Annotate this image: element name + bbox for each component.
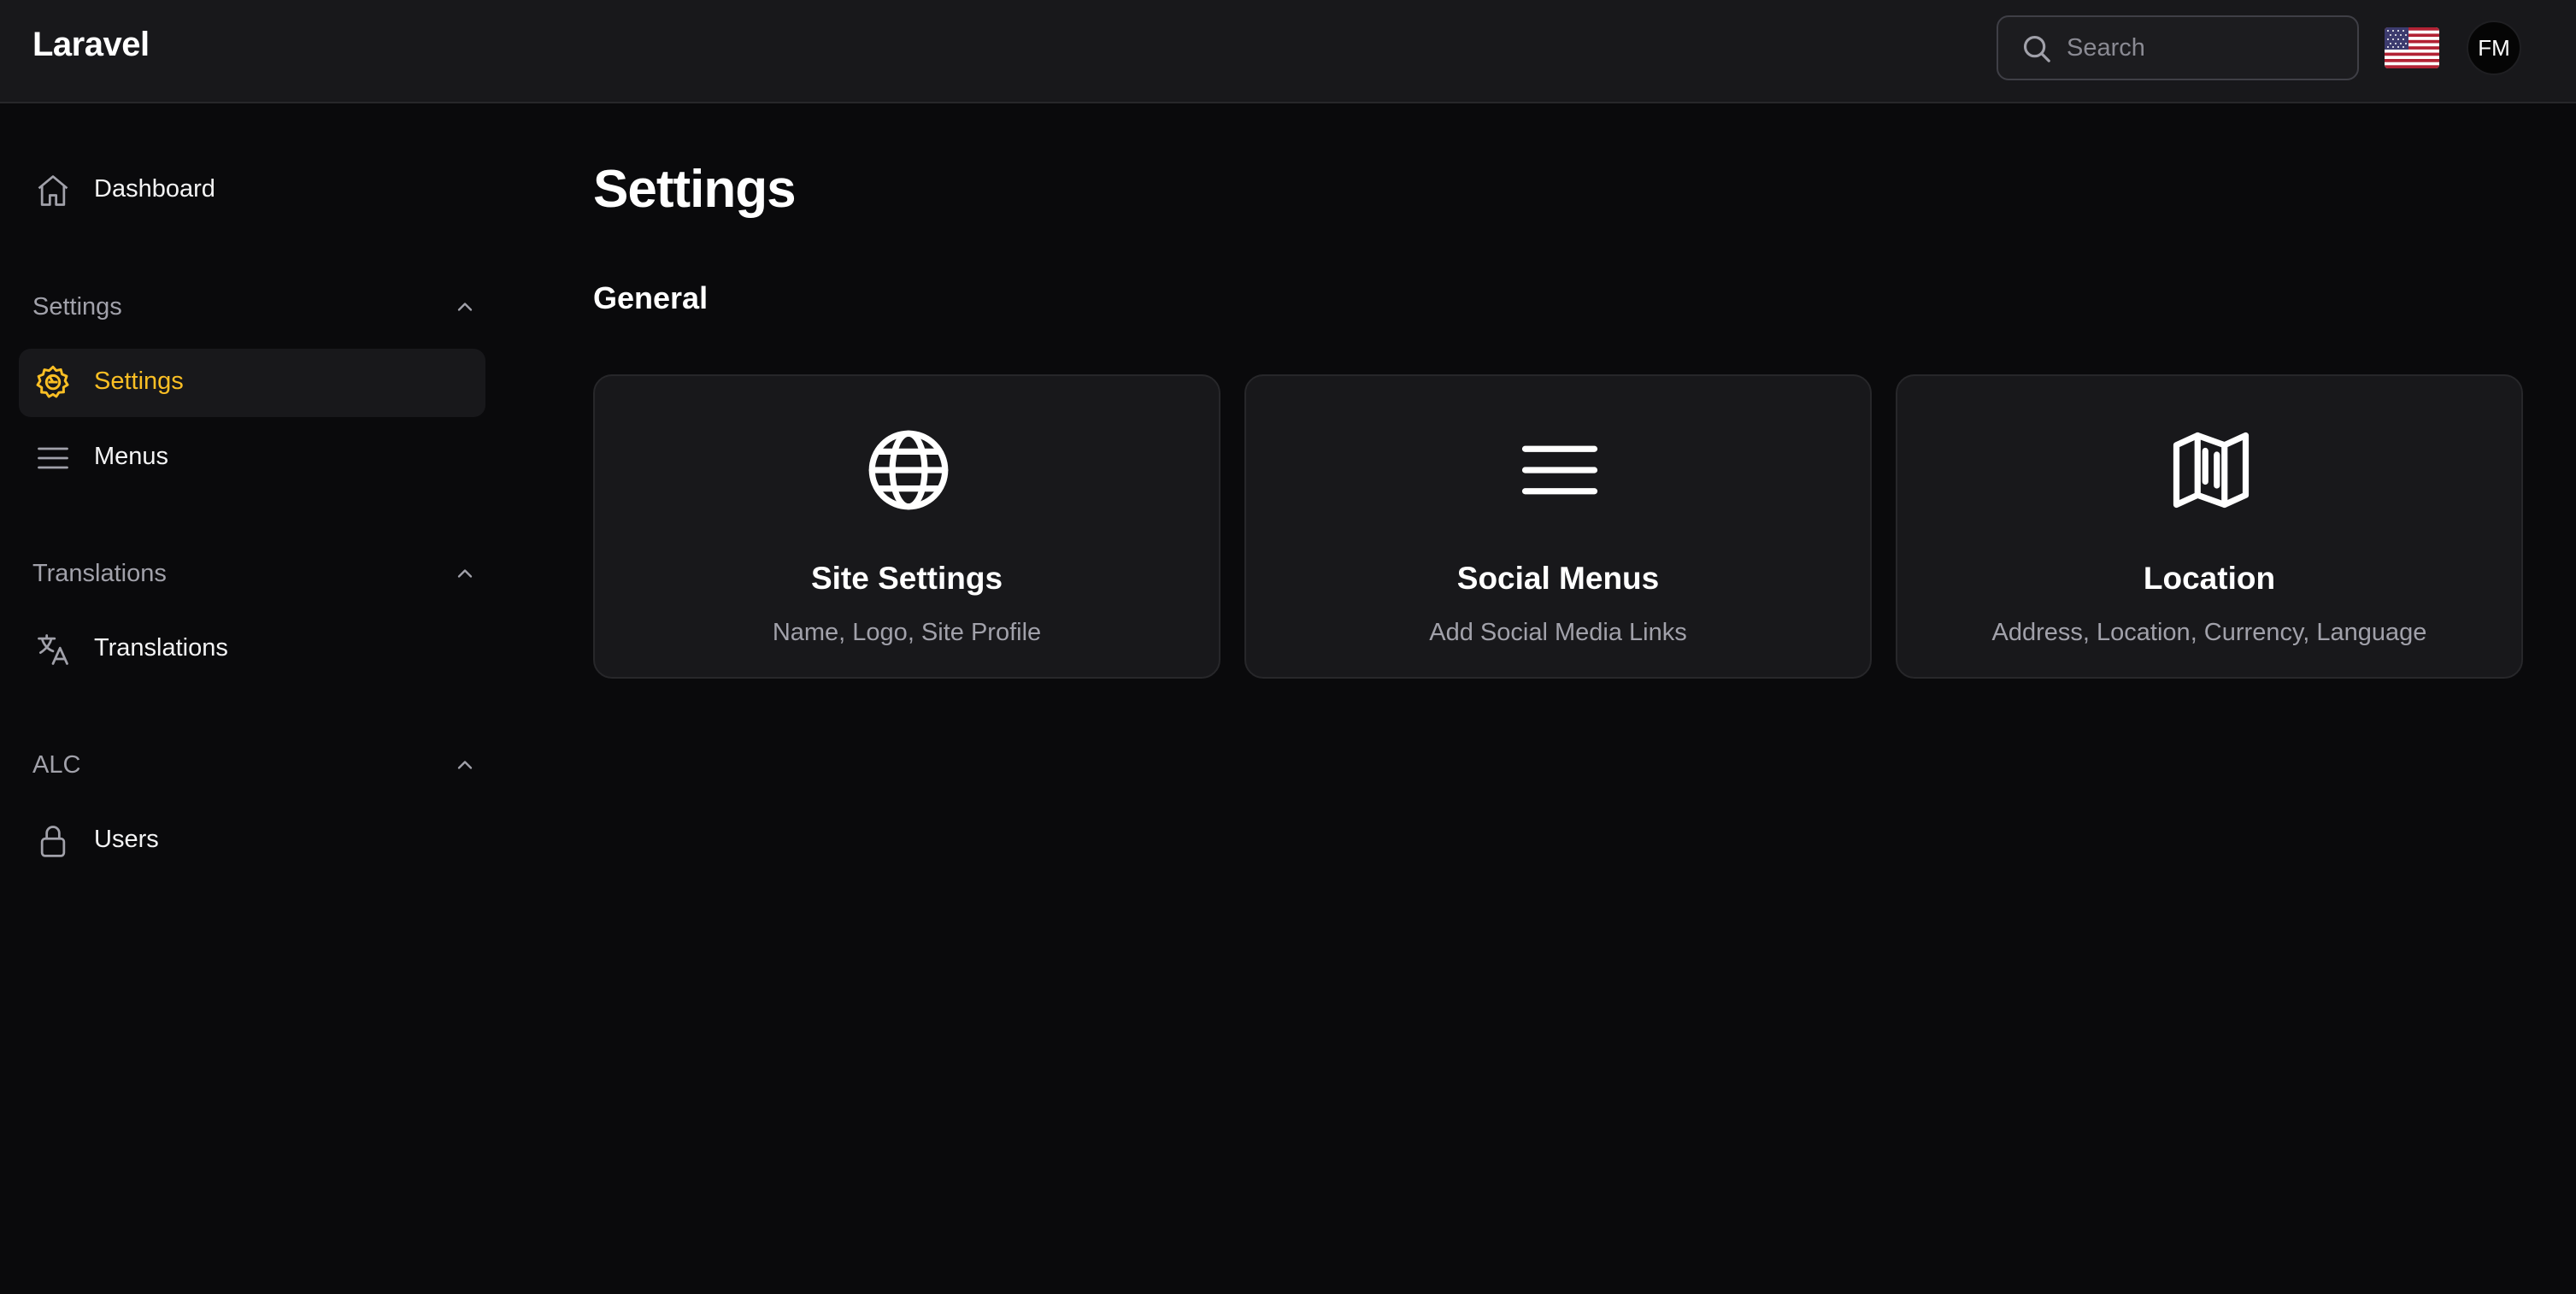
sidebar-item-settings[interactable]: Settings <box>19 349 485 417</box>
card-location[interactable]: Location Address, Location, Currency, La… <box>1896 374 2523 679</box>
sidebar-item-users[interactable]: Users <box>19 807 485 875</box>
sidebar-item-translations[interactable]: Translations <box>19 615 485 684</box>
card-description: Address, Location, Currency, Language <box>1991 619 2427 646</box>
brand-logo[interactable]: Laravel <box>32 26 150 64</box>
sidebar-item-dashboard[interactable]: Dashboard <box>19 156 485 225</box>
card-social-menus[interactable]: Social Menus Add Social Media Links <box>1244 374 1872 679</box>
card-description: Name, Logo, Site Profile <box>772 619 1042 646</box>
translate-icon <box>38 634 68 665</box>
user-avatar[interactable]: FM <box>2467 21 2521 75</box>
card-description: Add Social Media Links <box>1429 619 1687 646</box>
chevron-up-icon[interactable] <box>453 562 477 585</box>
section-title: General <box>593 280 709 315</box>
page-title: Settings <box>593 160 797 219</box>
sidebar-item-label: Dashboard <box>94 175 215 203</box>
sidebar-item-label: Users <box>94 826 159 853</box>
group-label: Translations <box>32 560 167 587</box>
flag-graphic <box>2385 27 2439 68</box>
card-title: Site Settings <box>810 561 1003 596</box>
search-icon <box>2023 35 2050 62</box>
search-input[interactable] <box>2067 17 2340 79</box>
group-label: Settings <box>32 293 122 321</box>
us-flag-icon[interactable] <box>2385 27 2439 68</box>
sidebar-item-label: Menus <box>94 443 169 470</box>
sidebar-item-label: Settings <box>94 368 184 395</box>
sidebar-group-alc[interactable]: ALC <box>32 744 477 785</box>
group-label: ALC <box>32 751 81 779</box>
card-title: Location <box>2143 561 2276 596</box>
home-icon <box>38 175 68 206</box>
menu-icon <box>1521 445 1598 495</box>
globe-icon <box>868 430 949 510</box>
sidebar-item-label: Translations <box>94 634 228 662</box>
chevron-up-icon[interactable] <box>453 753 477 777</box>
gear-icon <box>36 365 69 398</box>
card-title: Social Menus <box>1456 561 1660 596</box>
lock-icon <box>40 826 66 857</box>
chevron-up-icon[interactable] <box>453 295 477 319</box>
sidebar-item-menus[interactable]: Menus <box>19 424 485 492</box>
map-icon <box>2173 432 2250 509</box>
menu-icon <box>38 447 68 469</box>
top-bar: Laravel FM <box>0 0 2576 103</box>
sidebar-group-translations[interactable]: Translations <box>32 553 477 594</box>
search-box[interactable] <box>1997 15 2359 80</box>
sidebar-group-settings[interactable]: Settings <box>32 286 477 327</box>
sidebar: Dashboard Settings Settings Menus Transl… <box>0 103 513 1294</box>
card-site-settings[interactable]: Site Settings Name, Logo, Site Profile <box>593 374 1220 679</box>
